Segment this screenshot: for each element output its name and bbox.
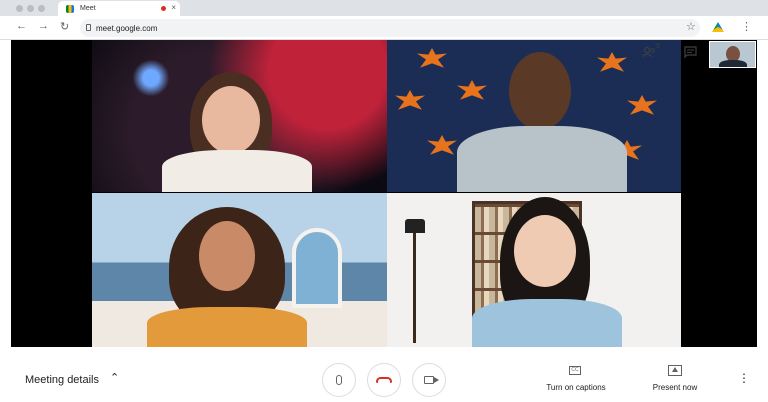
participant-video	[147, 207, 307, 347]
url-text: meet.google.com	[96, 23, 158, 33]
chat-icon[interactable]	[684, 46, 697, 61]
reload-icon[interactable]: ↻	[60, 20, 69, 33]
window-controls[interactable]	[16, 5, 45, 12]
lock-icon	[86, 24, 91, 31]
back-arrow-icon[interactable]: ←	[16, 20, 27, 32]
hang-up-icon	[376, 377, 392, 383]
participant-video	[472, 197, 622, 347]
captions-icon[interactable]: CC	[569, 366, 581, 375]
camera-icon	[424, 376, 439, 384]
participants-count: 5	[656, 43, 660, 50]
microphone-icon	[336, 375, 342, 385]
maximize-window-icon[interactable]	[38, 5, 45, 12]
meet-logo-icon	[66, 4, 74, 13]
participant-tile-4[interactable]	[387, 193, 681, 347]
tab-title: Meet	[80, 5, 96, 12]
participants-icon[interactable]	[642, 46, 656, 61]
participant-tile-3[interactable]	[92, 193, 387, 347]
captions-button-label[interactable]: Turn on captions	[536, 383, 616, 392]
present-now-button-label[interactable]: Present now	[635, 383, 715, 392]
camera-button[interactable]	[412, 363, 446, 397]
meeting-details-button[interactable]: Meeting details	[25, 374, 99, 386]
participant-video	[162, 72, 312, 192]
tab-meet[interactable]: Meet ×	[58, 1, 180, 16]
video-grid	[11, 40, 757, 347]
chevron-up-icon[interactable]: ⌃	[110, 371, 119, 384]
present-screen-icon[interactable]	[668, 365, 682, 376]
meeting-controls-bar: Meeting details ⌃ CC Turn on captions Pr…	[0, 348, 768, 402]
forward-arrow-icon[interactable]: →	[38, 20, 49, 32]
self-view-thumbnail[interactable]	[709, 41, 756, 68]
close-tab-icon[interactable]: ×	[171, 3, 176, 12]
participant-video	[457, 52, 627, 192]
leave-call-button[interactable]	[367, 363, 401, 397]
participant-tile-2[interactable]	[387, 40, 681, 192]
drive-extension-icon[interactable]	[712, 22, 724, 32]
address-bar-row: ← → ↻ meet.google.com ☆ ⋮	[0, 16, 768, 40]
minimize-window-icon[interactable]	[27, 5, 34, 12]
microphone-button[interactable]	[322, 363, 356, 397]
url-field[interactable]: meet.google.com	[80, 19, 700, 37]
recording-indicator-icon	[161, 6, 166, 11]
more-options-icon[interactable]: ⋮	[738, 371, 750, 385]
browser-menu-icon[interactable]: ⋮	[741, 20, 752, 33]
close-window-icon[interactable]	[16, 5, 23, 12]
browser-tab-bar: Meet ×	[0, 0, 768, 16]
participant-tile-1[interactable]	[92, 40, 387, 192]
bookmark-star-icon[interactable]: ☆	[686, 20, 696, 33]
